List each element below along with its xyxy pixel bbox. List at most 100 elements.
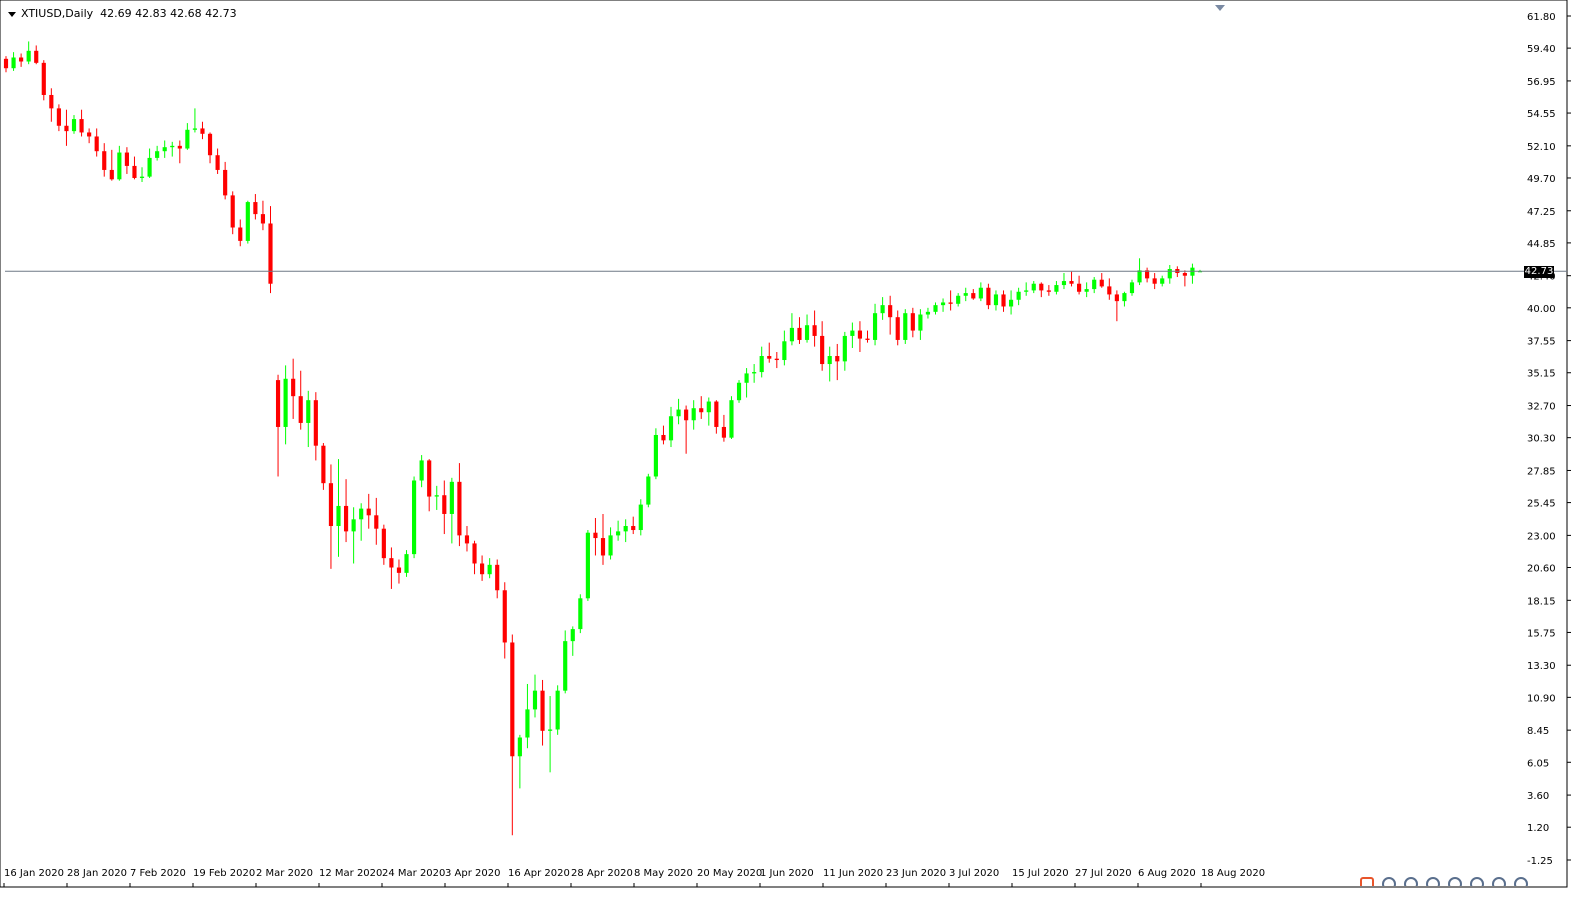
candle-body [472,543,477,564]
candle-body [827,356,832,365]
candle-body [888,305,893,318]
candle-body [389,558,394,568]
x-tick-label: 23 Jun 2020 [886,868,946,879]
candle-body [291,378,296,397]
candle-body [1046,290,1051,292]
candle-body [956,295,961,304]
candle-body [381,528,386,559]
candle-body [1016,291,1021,300]
candle-body [993,294,999,306]
candle-body [427,460,432,497]
y-tick-label: 44.85 [1527,239,1556,250]
globe-icon[interactable] [1492,877,1506,886]
y-tick-label: 10.90 [1527,693,1556,704]
candle-body [752,372,757,374]
candle-body [502,590,507,643]
y-tick-label: 54.55 [1527,109,1556,120]
candle-body [548,729,553,731]
candle-body [608,535,613,556]
candle-body [585,532,590,599]
y-tick-label: 49.70 [1527,174,1556,185]
candle-body [1152,278,1157,284]
x-tick-label: 27 Jul 2020 [1075,868,1132,879]
current-price-tag: 42.73 [1524,266,1554,278]
candle-body [978,287,983,299]
x-tick-label: 18 Aug 2020 [1201,868,1265,879]
candle-body [480,563,485,575]
chart-shift-marker-icon[interactable] [1215,5,1225,11]
candle-body [600,538,606,556]
candle-body [1167,268,1172,279]
candle-body [404,554,409,573]
candle-body [328,483,334,527]
candle-body [676,409,681,417]
candle-body [19,57,24,62]
candle-body [223,169,228,196]
candle-body [910,313,915,331]
candle-body [1092,279,1097,290]
candle-body [668,416,674,441]
candle-body [744,373,749,383]
chart-icon[interactable] [1382,877,1396,886]
y-tick-label: 3.60 [1527,791,1549,802]
candle-body [623,526,628,532]
candle-body [132,165,137,178]
candle-body [1039,283,1044,291]
y-tick-label: 30.30 [1527,434,1556,445]
x-tick-label: 8 May 2020 [634,868,693,879]
chart-icon[interactable] [1404,877,1418,886]
globe-icon[interactable] [1448,877,1462,886]
candle-body [313,400,318,446]
candle-body [64,125,69,132]
candle-body [903,313,908,340]
app-icon[interactable] [1360,877,1374,886]
candle-body [789,327,795,342]
candle-body [26,50,31,62]
candle-body [109,169,114,180]
candle-body [449,481,454,514]
x-tick-label: 3 Jul 2020 [949,868,999,879]
candle-body [71,119,77,132]
y-tick-label: 27.85 [1527,466,1556,477]
candle-body [306,400,311,423]
candle-body [706,401,711,413]
candle-body [1069,281,1074,284]
y-tick-label: 37.55 [1527,337,1556,348]
candle-body [192,128,198,130]
y-tick-label: 15.75 [1527,628,1556,639]
y-tick-label: 35.15 [1527,369,1556,380]
candle-body [396,567,402,573]
candle-body [1024,290,1029,292]
globe-icon[interactable] [1470,877,1484,886]
y-tick-label: 25.45 [1527,499,1556,510]
x-tick-label: 3 Apr 2020 [445,868,500,879]
candle-body [87,132,92,137]
x-tick-label: 19 Feb 2020 [193,868,255,879]
candle-body [510,642,515,757]
plot-frame [0,0,1568,888]
candle-body [661,434,666,441]
globe-icon[interactable] [1426,877,1440,886]
candle-body [963,293,968,296]
x-tick-label: 16 Apr 2020 [508,868,570,879]
candle-body [880,305,885,314]
candle-body [49,94,54,109]
x-tick-label: 6 Aug 2020 [1138,868,1196,879]
price-chart[interactable]: 61.80 59.40 56.95 54.55 52.10 49.70 47.25 44.85… [0,0,1593,900]
candle-body [434,495,439,497]
candle-body [1114,294,1119,302]
symbol-timeframe: XTIUSD,Daily [21,7,94,20]
globe-icon[interactable] [1514,877,1528,886]
candle-body [865,338,870,340]
candle-body [1061,281,1067,286]
candle-body [374,515,379,529]
dropdown-triangle-icon[interactable] [8,11,16,17]
candle-body [940,302,946,306]
x-tick-label: 15 Jul 2020 [1012,868,1069,879]
candle-body [653,434,658,477]
candle-body [736,382,742,401]
candle-body [207,133,213,156]
price-axis: 61.80 59.40 56.95 54.55 52.10 49.70 47.25 44.85… [1527,12,1571,867]
candle-body [1054,285,1059,292]
x-tick-label: 28 Jan 2020 [67,868,127,879]
